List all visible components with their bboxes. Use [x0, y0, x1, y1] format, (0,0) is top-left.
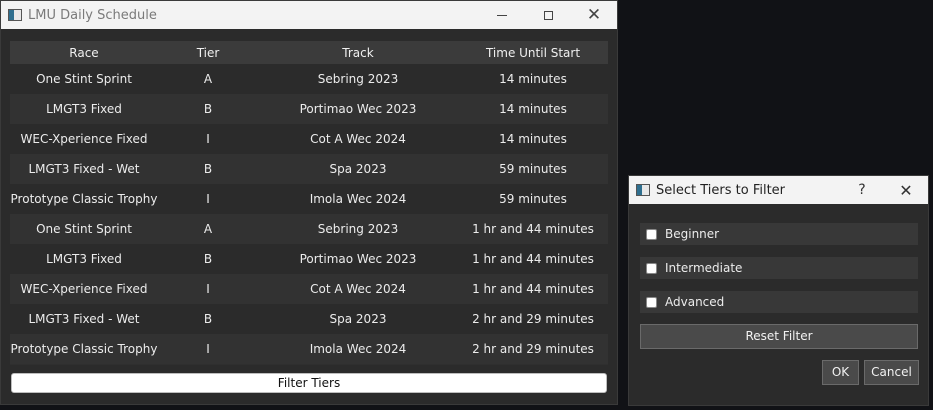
cell-race: WEC-Xperience Fixed	[10, 124, 158, 154]
cell-race: Prototype Classic Trophy	[10, 184, 158, 214]
column-header-race[interactable]: Race	[10, 41, 158, 64]
dialog-title: Select Tiers to Filter	[656, 182, 786, 198]
minimize-icon	[497, 14, 507, 16]
option-beginner[interactable]: Beginner	[640, 223, 918, 245]
cell-track: Cot A Wec 2024	[258, 274, 458, 304]
cell-tier: B	[158, 304, 258, 334]
table-row[interactable]: Prototype Classic Trophy I Imola Wec 202…	[10, 334, 608, 364]
schedule-table: Race Tier Track Time Until Start One Sti…	[10, 41, 608, 364]
cancel-button[interactable]: Cancel	[864, 360, 919, 385]
cell-time: 14 minutes	[458, 64, 608, 94]
cell-tier: B	[158, 244, 258, 274]
main-titlebar[interactable]: LMU Daily Schedule ✕	[1, 1, 617, 29]
column-header-time-until-start[interactable]: Time Until Start	[458, 41, 608, 64]
cell-tier: A	[158, 214, 258, 244]
dialog-app-icon	[636, 184, 650, 196]
cell-time: 1 hr and 44 minutes	[458, 244, 608, 274]
maximize-button[interactable]	[525, 1, 571, 29]
table-row[interactable]: LMGT3 Fixed B Portimao Wec 2023 14 minut…	[10, 94, 608, 124]
table-row[interactable]: LMGT3 Fixed - Wet B Spa 2023 59 minutes	[10, 154, 608, 184]
cell-race: Prototype Classic Trophy	[10, 334, 158, 364]
table-row[interactable]: Prototype Classic Trophy I Imola Wec 202…	[10, 184, 608, 214]
table-row[interactable]: LMGT3 Fixed B Portimao Wec 2023 1 hr and…	[10, 244, 608, 274]
dialog-titlebar[interactable]: Select Tiers to Filter ? ✕	[629, 176, 928, 204]
app-icon	[8, 9, 22, 21]
cell-time: 1 hr and 44 minutes	[458, 274, 608, 304]
help-button[interactable]: ?	[840, 176, 884, 204]
cell-track: Imola Wec 2024	[258, 334, 458, 364]
table-row[interactable]: WEC-Xperience Fixed I Cot A Wec 2024 1 h…	[10, 274, 608, 304]
maximize-icon	[543, 10, 553, 20]
cell-time: 1 hr and 44 minutes	[458, 214, 608, 244]
column-header-track[interactable]: Track	[258, 41, 458, 64]
window-controls: ✕	[479, 1, 617, 29]
cell-race: WEC-Xperience Fixed	[10, 274, 158, 304]
advanced-label: Advanced	[665, 295, 725, 309]
cell-track: Imola Wec 2024	[258, 184, 458, 214]
cell-track: Spa 2023	[258, 304, 458, 334]
option-advanced[interactable]: Advanced	[640, 291, 918, 313]
intermediate-checkbox[interactable]	[646, 262, 657, 274]
cell-race: One Stint Sprint	[10, 214, 158, 244]
schedule-table-container[interactable]: Race Tier Track Time Until Start One Sti…	[10, 41, 608, 365]
cell-race: LMGT3 Fixed	[10, 244, 158, 274]
select-tiers-dialog: Select Tiers to Filter ? ✕ Beginner Inte…	[628, 175, 929, 406]
table-row[interactable]: WEC-Xperience Fixed I Cot A Wec 2024 14 …	[10, 124, 608, 154]
cell-tier: I	[158, 124, 258, 154]
cell-tier: B	[158, 154, 258, 184]
close-button[interactable]: ✕	[571, 1, 617, 29]
main-window: LMU Daily Schedule ✕ Race Tier Track Tim…	[0, 0, 618, 405]
cell-race: LMGT3 Fixed	[10, 94, 158, 124]
column-header-tier[interactable]: Tier	[158, 41, 258, 64]
cell-track: Portimao Wec 2023	[258, 94, 458, 124]
dialog-controls: ? ✕	[840, 176, 928, 204]
cell-track: Sebring 2023	[258, 214, 458, 244]
close-icon: ✕	[899, 180, 913, 200]
cell-track: Sebring 2023	[258, 64, 458, 94]
cell-tier: A	[158, 64, 258, 94]
dialog-close-button[interactable]: ✕	[884, 176, 928, 204]
cell-track: Portimao Wec 2023	[258, 244, 458, 274]
cell-time: 14 minutes	[458, 94, 608, 124]
reset-filter-button[interactable]: Reset Filter	[640, 324, 918, 349]
cell-time: 59 minutes	[458, 154, 608, 184]
cell-tier: I	[158, 334, 258, 364]
beginner-label: Beginner	[665, 227, 720, 241]
filter-tiers-button[interactable]: Filter Tiers	[11, 373, 607, 393]
cell-tier: I	[158, 274, 258, 304]
cell-time: 2 hr and 29 minutes	[458, 334, 608, 364]
table-row[interactable]: LMGT3 Fixed - Wet B Spa 2023 2 hr and 29…	[10, 304, 608, 334]
cell-time: 14 minutes	[458, 124, 608, 154]
advanced-checkbox[interactable]	[646, 296, 657, 308]
cell-race: LMGT3 Fixed - Wet	[10, 154, 158, 184]
table-row[interactable]: One Stint Sprint A Sebring 2023 14 minut…	[10, 64, 608, 94]
cell-track: Cot A Wec 2024	[258, 124, 458, 154]
intermediate-label: Intermediate	[665, 261, 743, 275]
cell-track: Spa 2023	[258, 154, 458, 184]
minimize-button[interactable]	[479, 1, 525, 29]
cell-race: LMGT3 Fixed - Wet	[10, 304, 158, 334]
close-icon: ✕	[586, 4, 602, 25]
cell-tier: I	[158, 184, 258, 214]
option-intermediate[interactable]: Intermediate	[640, 257, 918, 279]
cell-race: One Stint Sprint	[10, 64, 158, 94]
ok-button[interactable]: OK	[822, 360, 859, 385]
table-header-row: Race Tier Track Time Until Start	[10, 41, 608, 64]
cell-time: 59 minutes	[458, 184, 608, 214]
cell-tier: B	[158, 94, 258, 124]
table-row[interactable]: One Stint Sprint A Sebring 2023 1 hr and…	[10, 214, 608, 244]
help-icon: ?	[858, 182, 866, 198]
beginner-checkbox[interactable]	[646, 228, 657, 240]
cell-time: 2 hr and 29 minutes	[458, 304, 608, 334]
window-title: LMU Daily Schedule	[28, 7, 157, 23]
